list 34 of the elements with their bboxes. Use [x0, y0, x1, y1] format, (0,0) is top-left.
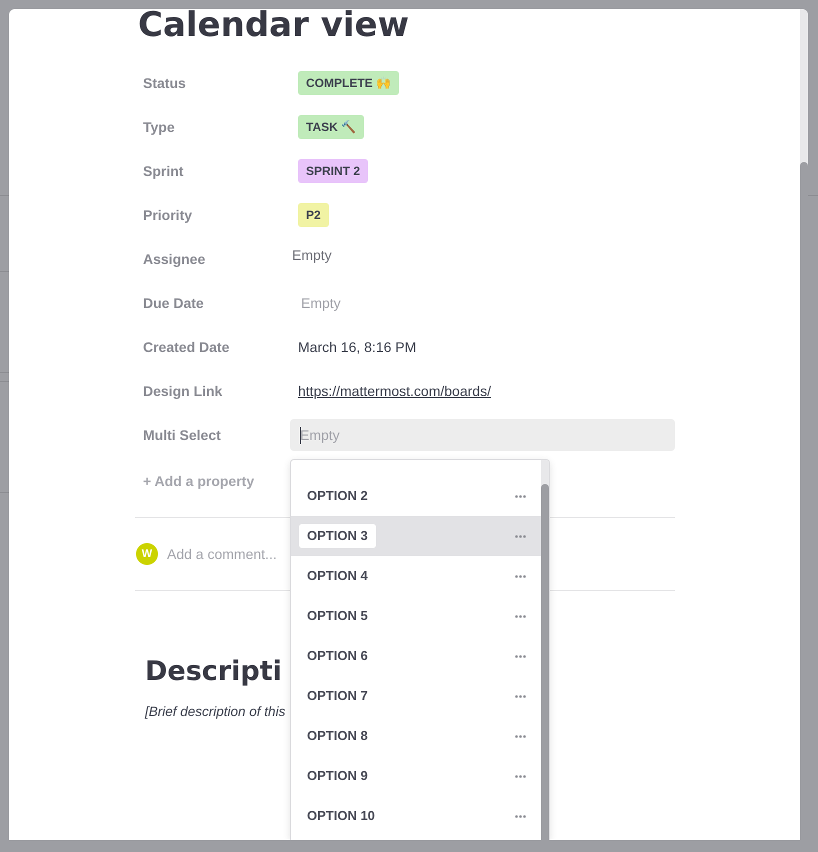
- ellipsis-icon[interactable]: [515, 614, 526, 618]
- ellipsis-icon[interactable]: [515, 534, 526, 538]
- property-label: Sprint: [143, 163, 184, 179]
- ellipsis-icon[interactable]: [515, 814, 526, 818]
- link[interactable]: https://mattermost.com/boards/: [298, 383, 491, 399]
- option-tag: OPTION 3: [299, 524, 376, 548]
- property-label: Multi Select: [143, 427, 222, 443]
- description-text: [Brief description of this: [145, 703, 286, 721]
- description-heading: Descripti: [145, 655, 282, 689]
- property-label: Priority: [143, 207, 194, 223]
- ellipsis-icon[interactable]: [515, 774, 526, 778]
- property-tag[interactable]: TASK 🔨: [298, 115, 364, 139]
- property-tag[interactable]: P2: [298, 203, 329, 227]
- property-label: Type: [143, 119, 176, 135]
- comment-field[interactable]: Add a comment...: [167, 546, 285, 562]
- property-tag[interactable]: COMPLETE 🙌: [298, 71, 400, 95]
- card-title: Calendar view: [138, 9, 409, 41]
- ellipsis-icon[interactable]: [515, 694, 526, 698]
- scrollbar[interactable]: [541, 460, 549, 840]
- property-label: Due Date: [143, 295, 205, 311]
- property-value: March 16, 8:16 PM: [298, 339, 416, 355]
- dropdown-option[interactable]: OPTION 3: [291, 516, 541, 556]
- property-label: Created Date: [143, 339, 230, 355]
- ellipsis-icon[interactable]: [515, 574, 526, 578]
- multi-select-field[interactable]: Empty: [290, 419, 675, 451]
- text-cursor: [300, 427, 301, 444]
- avatar: W: [136, 543, 158, 565]
- ellipsis-icon[interactable]: [515, 494, 526, 498]
- property-label: Design Link: [143, 383, 224, 399]
- property-label: Status: [143, 75, 187, 91]
- empty-value[interactable]: Empty: [292, 247, 332, 263]
- property-tag[interactable]: SPRINT 2: [298, 159, 368, 183]
- ellipsis-icon[interactable]: [515, 654, 526, 658]
- ellipsis-icon[interactable]: [515, 734, 526, 738]
